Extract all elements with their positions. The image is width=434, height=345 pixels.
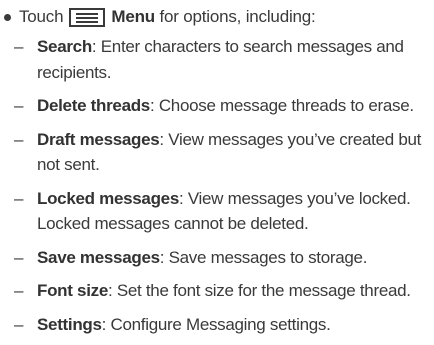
dash: –	[14, 129, 24, 149]
option-desc: : Configure Messaging settings.	[101, 314, 331, 334]
dash: –	[14, 188, 24, 208]
option-title: Save messages	[37, 247, 160, 267]
option-title: Draft messages	[37, 129, 160, 149]
intro-touch-text: Touch	[19, 7, 64, 26]
option-item-font-size: – Font size: Set the font size for the me…	[14, 278, 432, 304]
option-desc: : Choose message threads to erase.	[149, 96, 414, 115]
dash: –	[14, 37, 24, 56]
dash: –	[14, 281, 24, 300]
option-desc: : Save messages to storage.	[159, 247, 368, 267]
dash: –	[14, 96, 24, 115]
menu-label: Menu	[111, 7, 155, 26]
option-desc: : Set the font size for the message thre…	[107, 281, 411, 300]
option-title: Locked messages	[37, 188, 179, 208]
option-item-search: – Search: Enter characters to search mess…	[14, 34, 432, 85]
intro-options-text: for options, including:	[159, 7, 316, 26]
option-item-locked-messages: – Locked messages: View messages you’ve l…	[14, 186, 432, 237]
dash: –	[14, 314, 24, 334]
options-list: – Search: Enter characters to search mess…	[14, 34, 432, 345]
option-item-delete-threads: – Delete threads: Choose message threads …	[14, 93, 432, 119]
option-desc: : Enter characters to search messages an…	[37, 37, 404, 82]
option-item-save-messages: – Save messages: Save messages to storage…	[14, 245, 432, 271]
option-item-draft-messages: – Draft messages: View messages you’ve cr…	[14, 127, 432, 178]
option-title: Settings	[37, 314, 102, 334]
dash: –	[14, 247, 24, 267]
option-title: Search	[37, 37, 92, 56]
menu-icon	[69, 7, 106, 27]
intro-line: Touch Menu for options, including:	[4, 6, 316, 28]
option-title: Font size	[37, 281, 108, 300]
option-item-settings: – Settings: Configure Messaging settings.	[14, 312, 432, 338]
document-page: Touch Menu for options, including: – Sear…	[0, 0, 434, 336]
option-title: Delete threads	[37, 96, 150, 115]
bullet-dot	[4, 13, 11, 21]
